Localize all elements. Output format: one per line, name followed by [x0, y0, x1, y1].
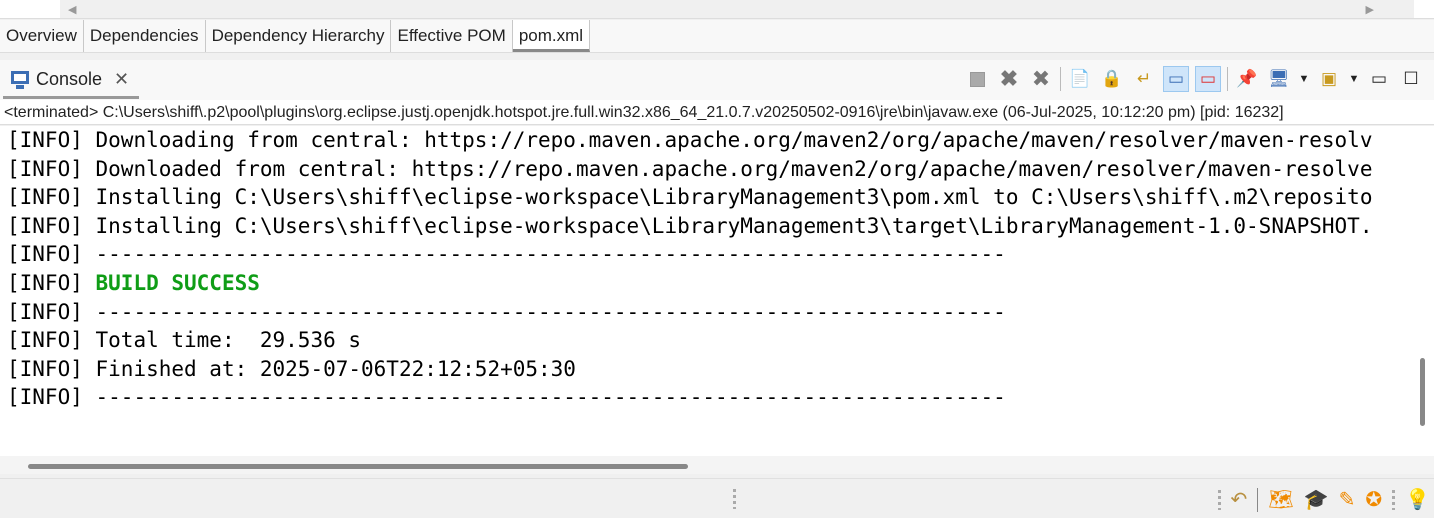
console-output[interactable]: [INFO] Downloading from central: https:/…	[0, 126, 1434, 456]
console-line: [INFO] Downloading from central: https:/…	[0, 126, 1434, 155]
log-message: ----------------------------------------…	[95, 385, 1006, 410]
close-icon[interactable]: ✕	[114, 69, 129, 90]
grip-handle[interactable]	[1217, 489, 1221, 510]
word-wrap-icon[interactable]: ↵	[1131, 66, 1157, 92]
log-message: Installing C:\Users\shiff\eclipse-worksp…	[95, 213, 1373, 238]
log-level: [INFO]	[7, 385, 96, 410]
console-view-bar: Console ✕ ✖ ✖ 📄 🔒 ↵ ▭ ▭ 📌 🖥 ▼ ▣ ▼ ▭ ☐	[0, 60, 1434, 100]
vertical-scrollbar[interactable]	[1420, 358, 1425, 426]
log-level: [INFO]	[7, 213, 96, 238]
log-level: [INFO]	[7, 185, 96, 210]
console-line: [INFO] Total time: 29.536 s	[0, 326, 1434, 355]
scroll-right-icon[interactable]: ▶	[1366, 3, 1374, 16]
tab-console[interactable]: Console ✕	[3, 63, 139, 99]
map-icon[interactable]: 🗺	[1268, 487, 1293, 512]
build-success-text: BUILD SUCCESS	[95, 270, 260, 295]
console-tab-label: Console	[36, 69, 103, 89]
console-icon	[11, 70, 29, 89]
log-message: Downloading from central: https://repo.m…	[95, 128, 1373, 152]
show-on-stdout-icon[interactable]: ▭	[1163, 66, 1189, 92]
console-line: [INFO] Downloaded from central: https://…	[0, 155, 1434, 184]
horizontal-scroll-thumb[interactable]	[28, 464, 688, 469]
chevron-down-icon[interactable]: ▼	[1348, 66, 1360, 92]
status-bar: ↶ 🗺 🎓 ✎ ✪ 💡	[0, 478, 1434, 518]
editor-tab-scrollbar[interactable]: ◀ ▶	[0, 0, 1434, 19]
console-line: [INFO] Installing C:\Users\shiff\eclipse…	[0, 183, 1434, 212]
tab-dependencies[interactable]: Dependencies	[83, 20, 206, 52]
log-message: ----------------------------------------…	[95, 242, 1006, 267]
display-selected-console-icon[interactable]: 🖥	[1266, 66, 1292, 92]
log-level: [INFO]	[7, 270, 96, 295]
log-level: [INFO]	[7, 328, 96, 353]
back-icon[interactable]: ↶	[1231, 487, 1248, 512]
log-level: [INFO]	[7, 242, 96, 267]
horizontal-scrollbar[interactable]	[0, 456, 1434, 474]
log-message: Downloaded from central: https://repo.ma…	[95, 156, 1373, 181]
console-line: [INFO] Installing C:\Users\shiff\eclipse…	[0, 212, 1434, 241]
star-icon[interactable]: ✪	[1365, 487, 1382, 512]
scroll-left-icon[interactable]: ◀	[68, 3, 76, 16]
log-level: [INFO]	[7, 128, 96, 152]
remove-launch-icon[interactable]: ✖	[996, 66, 1022, 92]
terminate-icon[interactable]	[964, 66, 990, 92]
chevron-down-icon[interactable]: ▼	[1298, 66, 1310, 92]
console-line: [INFO] ---------------------------------…	[0, 383, 1434, 412]
tab-pom-xml[interactable]: pom.xml	[512, 20, 591, 52]
log-level: [INFO]	[7, 356, 96, 381]
lightbulb-icon[interactable]: 💡	[1405, 487, 1430, 512]
magic-wand-icon[interactable]: ✎	[1339, 487, 1356, 512]
log-message: Total time: 29.536 s	[95, 328, 362, 353]
show-on-stderr-icon[interactable]: ▭	[1195, 66, 1221, 92]
console-line: [INFO] ---------------------------------…	[0, 298, 1434, 327]
console-line: [INFO] BUILD SUCCESS	[0, 269, 1434, 298]
graduation-cap-icon[interactable]: 🎓	[1304, 487, 1329, 512]
open-console-icon[interactable]: ▣	[1316, 66, 1342, 92]
log-message: Finished at: 2025-07-06T22:12:52+05:30	[95, 356, 576, 381]
editor-tabs: Overview Dependencies Dependency Hierarc…	[0, 20, 1434, 53]
minimize-icon[interactable]: ▭	[1366, 66, 1392, 92]
tab-dependency-hierarchy[interactable]: Dependency Hierarchy	[205, 20, 392, 52]
process-path-label: <terminated> C:\Users\shiff\.p2\pool\plu…	[0, 100, 1434, 125]
grip-handle[interactable]	[733, 489, 736, 509]
grip-handle[interactable]	[1392, 489, 1396, 510]
tab-overview[interactable]: Overview	[0, 20, 84, 52]
log-level: [INFO]	[7, 156, 96, 181]
log-message: ----------------------------------------…	[95, 299, 1006, 324]
log-message: Installing C:\Users\shiff\eclipse-worksp…	[95, 185, 1373, 210]
maximize-icon[interactable]: ☐	[1398, 66, 1424, 92]
pin-console-icon[interactable]: 📌	[1234, 66, 1260, 92]
tab-effective-pom[interactable]: Effective POM	[391, 20, 513, 52]
clear-console-icon[interactable]: 📄	[1067, 66, 1093, 92]
console-line: [INFO] ---------------------------------…	[0, 240, 1434, 269]
console-line: [INFO] Finished at: 2025-07-06T22:12:52+…	[0, 355, 1434, 384]
remove-all-terminated-icon[interactable]: ✖	[1028, 66, 1054, 92]
log-level: [INFO]	[7, 299, 96, 324]
scroll-lock-icon[interactable]: 🔒	[1099, 66, 1125, 92]
